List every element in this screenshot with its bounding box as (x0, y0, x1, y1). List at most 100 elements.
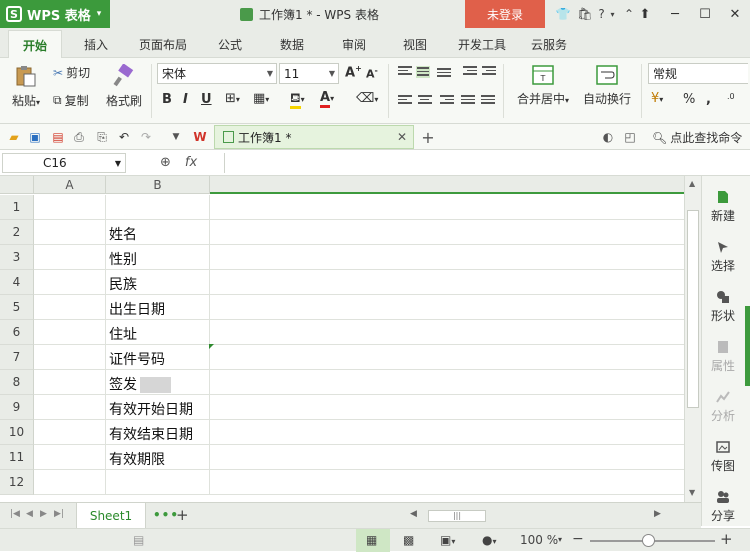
cell-c[interactable] (210, 220, 684, 245)
cell-b[interactable]: 有效结束日期 (106, 420, 210, 445)
currency-icon[interactable]: ¥▾ (651, 91, 663, 106)
save-icon[interactable]: ▣ (27, 129, 43, 145)
increase-indent-icon[interactable] (482, 66, 496, 78)
find-command-button[interactable]: 🔍︎ 点此查找命令 (652, 129, 742, 146)
justify-icon[interactable] (461, 95, 475, 107)
skin-icon[interactable]: 👕 (552, 5, 574, 23)
formula-input[interactable] (224, 153, 748, 173)
cell-a[interactable] (34, 220, 106, 245)
font-size-select[interactable]: 11 ▼ (279, 63, 339, 84)
tab-formulas[interactable]: 公式 (218, 36, 242, 53)
row-header[interactable]: 8 (0, 370, 34, 395)
comment-icon[interactable]: ◰ (622, 129, 638, 145)
cell-c[interactable] (210, 345, 684, 370)
panel-upload-image[interactable]: 传图 (702, 440, 744, 474)
zoom-in-icon[interactable]: + (720, 530, 733, 548)
font-name-select[interactable]: 宋体 ▼ (157, 63, 277, 84)
cell-a[interactable] (34, 395, 106, 420)
cell-c[interactable] (210, 270, 684, 295)
row-header[interactable]: 11 (0, 445, 34, 470)
help-button[interactable]: ? ▾ (596, 5, 618, 23)
align-top-icon[interactable] (398, 66, 412, 78)
panel-new[interactable]: 新建 (702, 190, 744, 224)
column-header-b[interactable]: B (106, 176, 210, 194)
horizontal-scrollbar[interactable]: ◀ ||| ▶ (410, 508, 670, 524)
format-painter-button[interactable]: 格式刷 (104, 64, 144, 109)
cell-b[interactable]: 姓名 (106, 220, 210, 245)
tab-home[interactable]: 开始 (8, 30, 63, 58)
borders-icon[interactable]: ⊞▾ (225, 91, 240, 106)
row-header[interactable]: 12 (0, 470, 34, 495)
normal-view-button[interactable]: ▦ (356, 529, 390, 552)
insert-function-button[interactable]: fx (185, 155, 197, 170)
scroll-right-icon[interactable]: ▶ (654, 509, 661, 519)
cell-b[interactable]: 民族 (106, 270, 210, 295)
export-pdf-icon[interactable]: ▤ (50, 129, 66, 145)
tab-insert[interactable]: 插入 (84, 36, 108, 53)
minimize-icon[interactable]: ─ (660, 0, 690, 28)
cell-a[interactable] (34, 370, 106, 395)
cell-c[interactable] (210, 370, 684, 395)
cell-a[interactable] (34, 320, 106, 345)
cell-b[interactable] (106, 195, 210, 220)
merge-center-button[interactable]: T 合并居中▾ (512, 64, 574, 107)
row-header[interactable]: 1 (0, 195, 34, 220)
fill-color-icon[interactable]: ⛾▾ (290, 91, 305, 109)
cell-b[interactable]: 证件号码 (106, 345, 210, 370)
print-icon[interactable]: ⎙ (71, 129, 87, 145)
panel-toggle-handle[interactable] (745, 306, 750, 386)
wps-home-icon[interactable]: W (192, 129, 208, 145)
panel-select[interactable]: 选择 (702, 240, 744, 274)
cell-style-icon[interactable]: ▦▾ (253, 91, 269, 106)
scroll-up-icon[interactable]: ▲ (689, 179, 695, 188)
cell-a[interactable] (34, 345, 106, 370)
panel-analysis[interactable]: 分析 (702, 390, 744, 424)
row-header[interactable]: 7 (0, 345, 34, 370)
zoom-menu-icon[interactable]: ▾ (558, 535, 562, 544)
open-folder-icon[interactable]: ▰ (6, 129, 22, 145)
cell-c[interactable] (210, 295, 684, 320)
align-center-icon[interactable] (418, 95, 432, 107)
font-grow-icon[interactable]: A+ (345, 64, 362, 80)
tab-cloud[interactable]: 云服务 (531, 36, 567, 53)
first-sheet-icon[interactable]: |◀ (10, 509, 20, 519)
cell-c[interactable] (210, 470, 684, 495)
sheet-tab[interactable]: Sheet1 (76, 503, 146, 528)
next-sheet-icon[interactable]: ▶ (40, 509, 47, 519)
cell-a[interactable] (34, 445, 106, 470)
italic-button[interactable]: I (183, 92, 188, 107)
cell-b[interactable]: 有效期限 (106, 445, 210, 470)
close-tab-icon[interactable]: ✕ (397, 130, 407, 144)
close-icon[interactable]: ✕ (720, 0, 750, 28)
tab-data[interactable]: 数据 (280, 36, 304, 53)
h-scroll-thumb[interactable]: ||| (428, 510, 486, 522)
redo-icon[interactable]: ↷ (138, 129, 154, 145)
copy-button[interactable]: ⧉ 复制 (53, 92, 89, 109)
row-header[interactable]: 9 (0, 395, 34, 420)
print-preview-icon[interactable]: ⎘ (94, 129, 110, 145)
column-header-c[interactable] (210, 176, 684, 194)
cell-a[interactable] (34, 245, 106, 270)
row-header[interactable]: 6 (0, 320, 34, 345)
eye-protection-icon[interactable]: ●▾ (482, 533, 497, 547)
number-format-select[interactable]: 常规 (648, 63, 748, 84)
font-color-icon[interactable]: A▾ (320, 90, 334, 108)
column-header-a[interactable]: A (34, 176, 106, 194)
font-shrink-icon[interactable]: A- (366, 66, 378, 81)
maximize-icon[interactable]: ☐ (690, 0, 720, 28)
name-box[interactable]: C16 ▼ (2, 153, 126, 173)
row-header[interactable]: 10 (0, 420, 34, 445)
login-button[interactable]: 未登录 (465, 0, 545, 28)
row-header[interactable]: 3 (0, 245, 34, 270)
cell-a[interactable] (34, 295, 106, 320)
distributed-icon[interactable] (481, 95, 495, 107)
cell-c[interactable] (210, 420, 684, 445)
cell-c[interactable] (210, 195, 684, 220)
align-middle-icon[interactable] (416, 66, 430, 78)
align-right-icon[interactable] (440, 95, 454, 107)
prev-sheet-icon[interactable]: ◀ (26, 509, 33, 519)
app-menu-button[interactable]: S WPS 表格 ▾ (0, 0, 110, 28)
panel-properties[interactable]: 属性 (702, 340, 744, 374)
increase-decimal-icon[interactable]: .0 (727, 92, 735, 101)
tab-page-layout[interactable]: 页面布局 (139, 36, 187, 53)
